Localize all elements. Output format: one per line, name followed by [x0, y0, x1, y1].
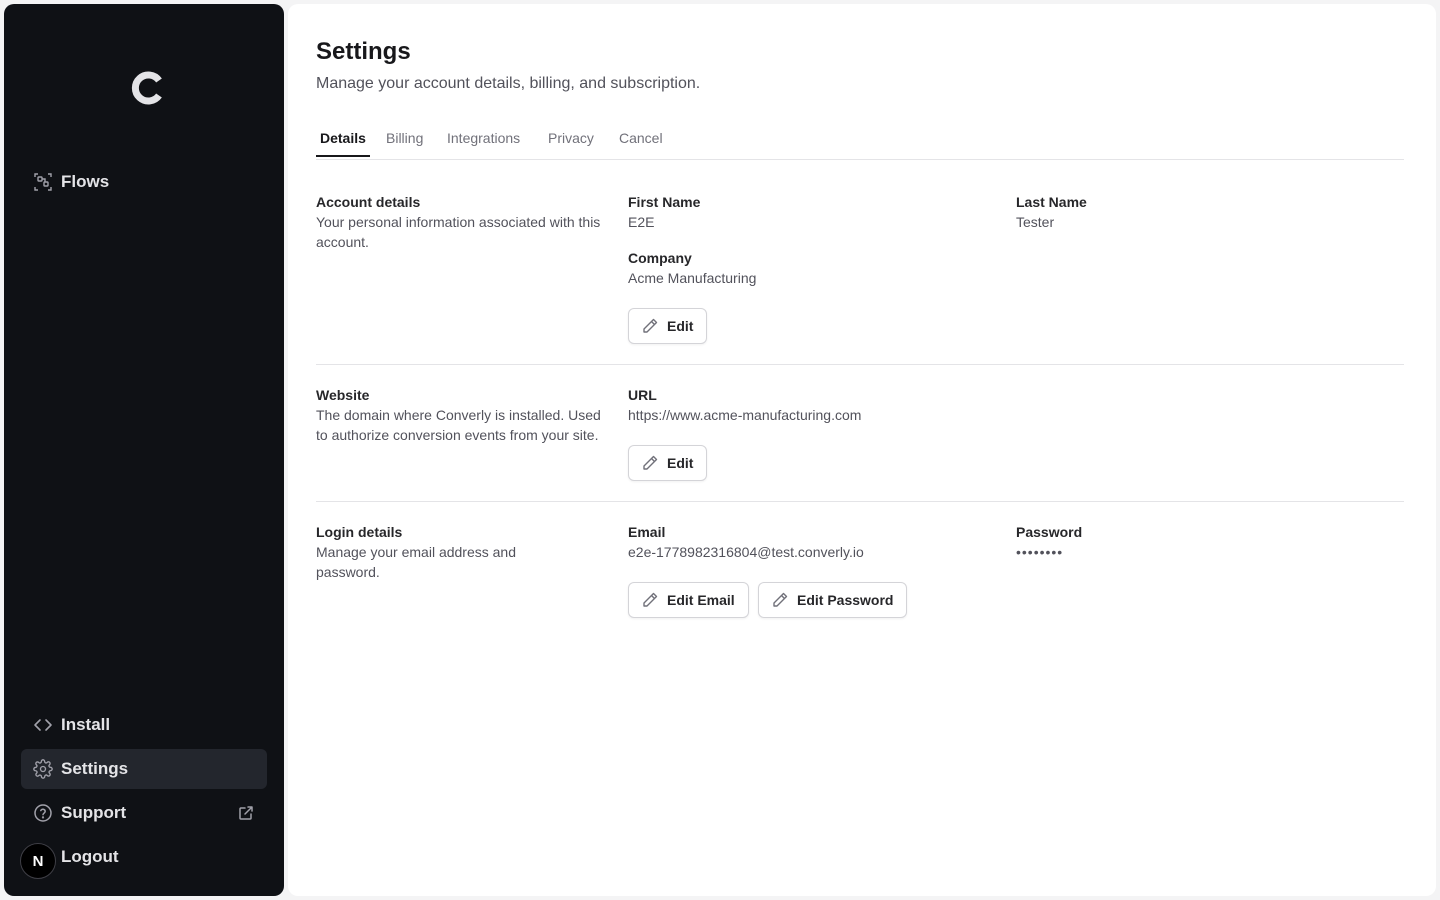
sidebar-item-label: Logout — [61, 847, 119, 866]
pencil-icon — [641, 591, 659, 609]
tab-privacy[interactable]: Privacy — [548, 130, 594, 155]
sidebar-item-logout[interactable]: Logout — [21, 837, 267, 877]
sidebar-item-support[interactable]: Support — [21, 793, 267, 833]
converly-logo-icon[interactable] — [128, 68, 168, 108]
email-value: e2e-1778982316804@test.converly.io — [628, 544, 864, 560]
button-label: Edit Password — [797, 592, 894, 608]
code-icon — [33, 715, 53, 735]
button-label: Edit — [667, 455, 694, 471]
page-title: Settings — [316, 38, 411, 65]
main-content: Settings Manage your account details, bi… — [288, 4, 1436, 896]
pencil-icon — [771, 591, 789, 609]
url-value: https://www.acme-manufacturing.com — [628, 407, 862, 423]
flows-icon — [33, 172, 53, 192]
section-description: The domain where Converly is installed. … — [316, 407, 601, 443]
email-label: Email — [628, 524, 666, 540]
edit-website-button[interactable]: Edit — [628, 445, 708, 481]
sidebar-item-label: Flows — [61, 172, 110, 191]
sidebar-item-label: Settings — [61, 759, 129, 778]
avatar[interactable]: N — [20, 843, 56, 879]
sidebar-item-label: Support — [61, 803, 127, 822]
section-title: Account details — [316, 194, 421, 210]
section-divider — [316, 364, 1404, 365]
sidebar-item-label: Install — [61, 715, 111, 734]
gear-icon — [33, 759, 53, 779]
url-label: URL — [628, 387, 657, 403]
first-name-label: First Name — [628, 194, 701, 210]
section-title: Login details — [316, 524, 403, 540]
section-description: Your personal information associated wit… — [316, 214, 601, 250]
tab-cancel[interactable]: Cancel — [619, 130, 663, 155]
settings-tabs: Details Billing Integrations Privacy Can… — [316, 130, 1404, 160]
last-name-label: Last Name — [1016, 194, 1087, 210]
help-circle-icon — [33, 803, 53, 823]
company-label: Company — [628, 250, 692, 266]
button-label: Edit Email — [667, 592, 735, 608]
external-link-icon — [237, 804, 255, 822]
edit-account-button[interactable]: Edit — [628, 308, 708, 344]
edit-password-button[interactable]: Edit Password — [758, 582, 908, 618]
pencil-icon — [641, 317, 659, 335]
company-value: Acme Manufacturing — [628, 270, 757, 286]
page-subtitle: Manage your account details, billing, an… — [316, 75, 701, 92]
first-name-value: E2E — [628, 214, 655, 230]
tab-details[interactable]: Details — [316, 130, 370, 157]
avatar-initial: N — [32, 852, 44, 870]
password-label: Password — [1016, 524, 1083, 540]
section-title: Website — [316, 387, 370, 403]
last-name-value: Tester — [1016, 214, 1055, 230]
sidebar-item-settings[interactable]: Settings — [21, 749, 267, 789]
sidebar: Flows Install Settings Support Logout N — [4, 4, 284, 896]
sidebar-item-flows[interactable]: Flows — [21, 162, 267, 202]
edit-email-button[interactable]: Edit Email — [628, 582, 749, 618]
tab-billing[interactable]: Billing — [386, 130, 423, 155]
sidebar-item-install[interactable]: Install — [21, 705, 267, 745]
password-value: •••••••• — [1016, 544, 1064, 560]
pencil-icon — [641, 454, 659, 472]
tab-integrations[interactable]: Integrations — [447, 130, 520, 155]
section-description: Manage your email address and password. — [316, 544, 517, 580]
section-divider — [316, 501, 1404, 502]
button-label: Edit — [667, 318, 694, 334]
